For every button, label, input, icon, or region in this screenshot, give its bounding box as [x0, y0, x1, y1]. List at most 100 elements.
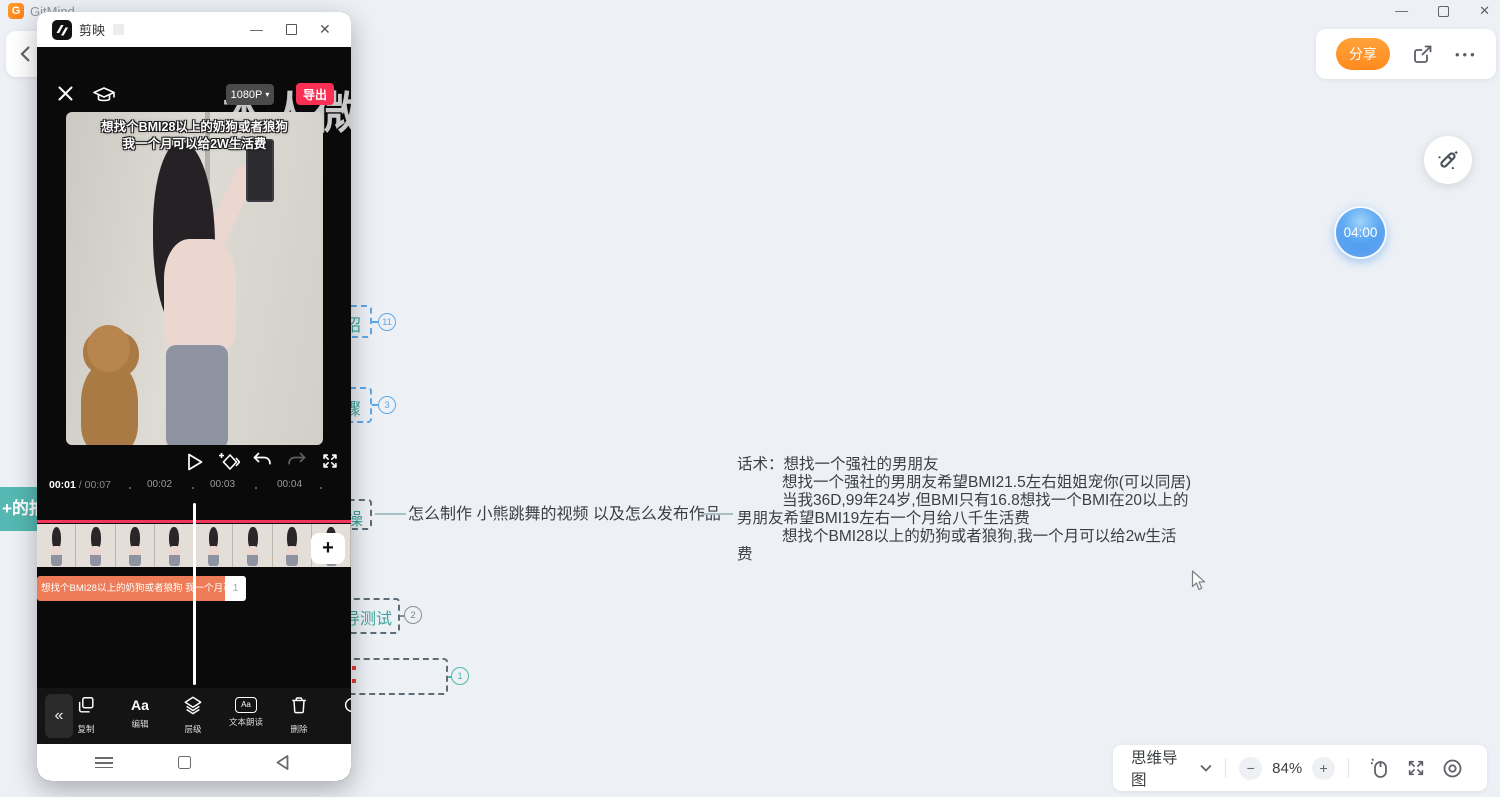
- android-navbar: [37, 744, 351, 781]
- timeline-thumbnail[interactable]: [273, 524, 312, 567]
- timer-badge[interactable]: 04:00: [1334, 206, 1387, 259]
- undo-icon[interactable]: [251, 451, 273, 471]
- timeline-ruler[interactable]: 00:01 / 00:07 00:02 00:03 00:04: [37, 479, 351, 499]
- text-clip[interactable]: 想找个BMI28以上的奶狗或者狼狗 我一个月可以: [37, 576, 225, 601]
- redo-icon[interactable]: [286, 451, 308, 471]
- phone-minimize-button[interactable]: —: [250, 22, 263, 37]
- trash-icon: [289, 695, 309, 715]
- toolbar-label: 编辑: [112, 718, 168, 730]
- fit-screen-button[interactable]: [1406, 758, 1426, 778]
- zoom-level: 84%: [1272, 760, 1302, 777]
- toolbar-tts-button[interactable]: Aa 文本朗读: [218, 695, 274, 728]
- toolbar-delete-button[interactable]: 删除: [271, 695, 327, 735]
- zoom-in-button[interactable]: +: [1312, 757, 1335, 780]
- text-to-speech-icon: Aa: [235, 697, 257, 713]
- more-menu-button[interactable]: •••: [1455, 47, 1478, 62]
- ruler-mark: 00:03: [210, 479, 235, 490]
- share-button[interactable]: 分享: [1336, 38, 1390, 70]
- fullscreen-icon[interactable]: [320, 451, 340, 471]
- window-close-button[interactable]: ✕: [1479, 2, 1490, 20]
- text-clip-handle[interactable]: 1: [225, 576, 246, 601]
- keyframe-icon[interactable]: [216, 451, 240, 473]
- ai-magic-wand-button[interactable]: [1424, 136, 1472, 184]
- share-toolbar: 分享 •••: [1316, 29, 1496, 79]
- phone-titlebar[interactable]: 剪映 — ✕: [37, 12, 351, 47]
- overlay-line-2: 我一个月可以给2W生活费: [66, 136, 323, 153]
- home-icon[interactable]: [178, 756, 191, 769]
- copy-icon: [76, 695, 96, 715]
- toolbar-label: 复制: [58, 723, 114, 735]
- mindmap-node-script[interactable]: 话术：想找一个强社的男朋友 想找一个强社的男朋友希望BMI21.5左右姐姐宠你(…: [737, 456, 1191, 564]
- mouse-icon: [1370, 757, 1390, 779]
- play-button[interactable]: [183, 451, 205, 473]
- chevron-left-icon: [20, 45, 31, 63]
- chevron-down-icon[interactable]: [1200, 764, 1212, 772]
- mindmap-node-collapsed-5[interactable]: [340, 658, 448, 695]
- magic-wand-icon: [1435, 147, 1461, 173]
- tutorial-cap-icon[interactable]: [92, 85, 116, 105]
- expand-count-badge[interactable]: 2: [404, 606, 422, 624]
- canvas-statusbar: 思维导图 − 84% +: [1113, 745, 1487, 791]
- mouse-cursor: [1191, 570, 1206, 591]
- playhead[interactable]: [193, 503, 196, 685]
- editor-screen: 本人微 1080P▾ 导出 想找个BMI28以上的奶狗或者狼狗 我一个月可以给2…: [37, 47, 351, 744]
- video-text-overlay: 想找个BMI28以上的奶狗或者狼狗 我一个月可以给2W生活费: [66, 119, 323, 153]
- bear-sticker-body: [81, 362, 138, 445]
- window-minimize-button[interactable]: —: [1395, 2, 1408, 20]
- ruler-dot: [320, 487, 322, 489]
- window-maximize-button[interactable]: [1438, 6, 1449, 17]
- effect-bell-icon: [342, 695, 351, 715]
- editor-close-icon[interactable]: [57, 85, 74, 102]
- toolbar-label: 层级: [165, 723, 221, 735]
- toolbar-label: 删除: [271, 723, 327, 735]
- timeline-thumbnail[interactable]: [194, 524, 233, 567]
- phone-close-button[interactable]: ✕: [319, 21, 331, 38]
- red-colon-dot: [352, 666, 356, 670]
- timeline-thumbnail[interactable]: [76, 524, 115, 567]
- edit-aa-icon: Aa: [112, 695, 168, 715]
- timeline-thumbnail[interactable]: [233, 524, 272, 567]
- video-preview[interactable]: 想找个BMI28以上的奶狗或者狼狗 我一个月可以给2W生活费: [66, 112, 323, 445]
- expand-count-badge[interactable]: 3: [378, 396, 396, 414]
- preview-button[interactable]: [1442, 758, 1463, 779]
- timeline-thumbnail[interactable]: [37, 524, 76, 567]
- time-total: / 00:07: [79, 479, 111, 491]
- mouse-mode-button[interactable]: [1370, 757, 1390, 779]
- zoom-out-button[interactable]: −: [1239, 757, 1262, 780]
- script-line: 话术：想找一个强社的男朋友: [737, 456, 1191, 474]
- capcut-phone-window: 剪映 — ✕ 本人微 1080P▾ 导出 想找: [37, 12, 351, 781]
- toolbar-more-button[interactable]: [324, 695, 351, 720]
- back-icon[interactable]: [275, 754, 290, 771]
- ruler-dot: [129, 487, 131, 489]
- time-current: 00:01: [49, 479, 76, 491]
- toolbar-copy-button[interactable]: 复制: [58, 695, 114, 735]
- fit-screen-icon: [1406, 758, 1426, 778]
- add-clip-button[interactable]: +: [311, 533, 345, 564]
- mindmap-node-collapsed-4-label: 导测试: [344, 605, 392, 629]
- caret-down-icon: ▾: [265, 90, 269, 99]
- connector-line: [375, 513, 406, 515]
- timeline-thumbnail[interactable]: [155, 524, 194, 567]
- ruler-dot: [255, 487, 257, 489]
- export-button[interactable]: 导出: [296, 83, 334, 105]
- external-link-icon[interactable]: [1412, 44, 1433, 65]
- divider: [1225, 758, 1226, 778]
- divider: [1348, 758, 1349, 778]
- phone-maximize-button[interactable]: [286, 24, 297, 35]
- timeline-thumbnail[interactable]: [116, 524, 155, 567]
- toolbar-edit-button[interactable]: Aa 编辑: [112, 695, 168, 730]
- person-top: [164, 239, 236, 352]
- badge-icon: [113, 24, 124, 35]
- preview-eye-icon: [1442, 758, 1463, 779]
- overlay-line-1: 想找个BMI28以上的奶狗或者狼狗: [66, 119, 323, 136]
- menu-icon[interactable]: [95, 757, 113, 771]
- expand-count-badge[interactable]: 1: [451, 667, 469, 685]
- person-skirt: [166, 345, 228, 445]
- capcut-logo-icon: [52, 20, 72, 40]
- toolbar-layers-button[interactable]: 层级: [165, 695, 221, 735]
- connector-line: [701, 513, 733, 515]
- expand-count-badge[interactable]: 11: [378, 313, 396, 331]
- mindmap-node-center[interactable]: 怎么制作 小熊跳舞的视频 以及怎么发布作品: [408, 500, 721, 524]
- resolution-dropdown[interactable]: 1080P▾: [226, 84, 274, 105]
- view-mode-dropdown[interactable]: 思维导图: [1131, 746, 1192, 790]
